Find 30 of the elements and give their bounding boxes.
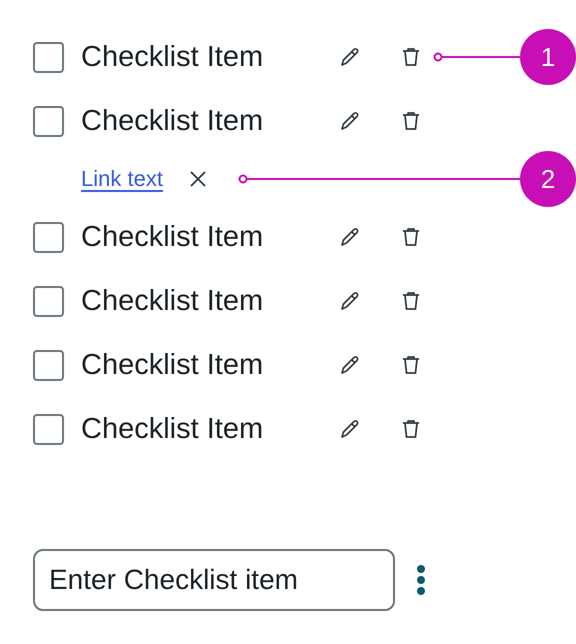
checkbox[interactable] [33, 106, 64, 136]
edit-icon[interactable] [339, 110, 361, 132]
edit-icon[interactable] [339, 418, 361, 440]
more-options-icon[interactable] [416, 565, 426, 595]
checkbox[interactable] [33, 42, 64, 72]
trash-icon[interactable] [401, 46, 421, 68]
callout-badge: 1 [520, 29, 576, 85]
item-label: Checklist Item [81, 220, 264, 254]
item-label: Checklist Item [81, 284, 264, 318]
trash-icon[interactable] [401, 110, 421, 132]
item-label: Checklist Item [81, 104, 264, 138]
edit-icon[interactable] [339, 226, 361, 248]
edit-icon[interactable] [339, 354, 361, 376]
checkbox[interactable] [33, 414, 64, 444]
item-label: Checklist Item [81, 40, 264, 74]
input-field[interactable]: Enter Checklist item [33, 549, 395, 611]
checkbox[interactable] [33, 350, 64, 380]
trash-icon[interactable] [401, 354, 421, 376]
close-icon[interactable] [188, 170, 207, 188]
item-label: Checklist Item [81, 412, 264, 446]
edit-icon[interactable] [339, 46, 361, 68]
trash-icon[interactable] [401, 290, 421, 312]
trash-icon[interactable] [401, 418, 421, 440]
callout-badge: 2 [520, 151, 576, 207]
trash-icon[interactable] [401, 226, 421, 248]
checkbox[interactable] [33, 222, 64, 252]
edit-icon[interactable] [339, 290, 361, 312]
link[interactable]: Link text [81, 166, 163, 192]
checkbox[interactable] [33, 286, 64, 316]
item-label: Checklist Item [81, 348, 264, 382]
